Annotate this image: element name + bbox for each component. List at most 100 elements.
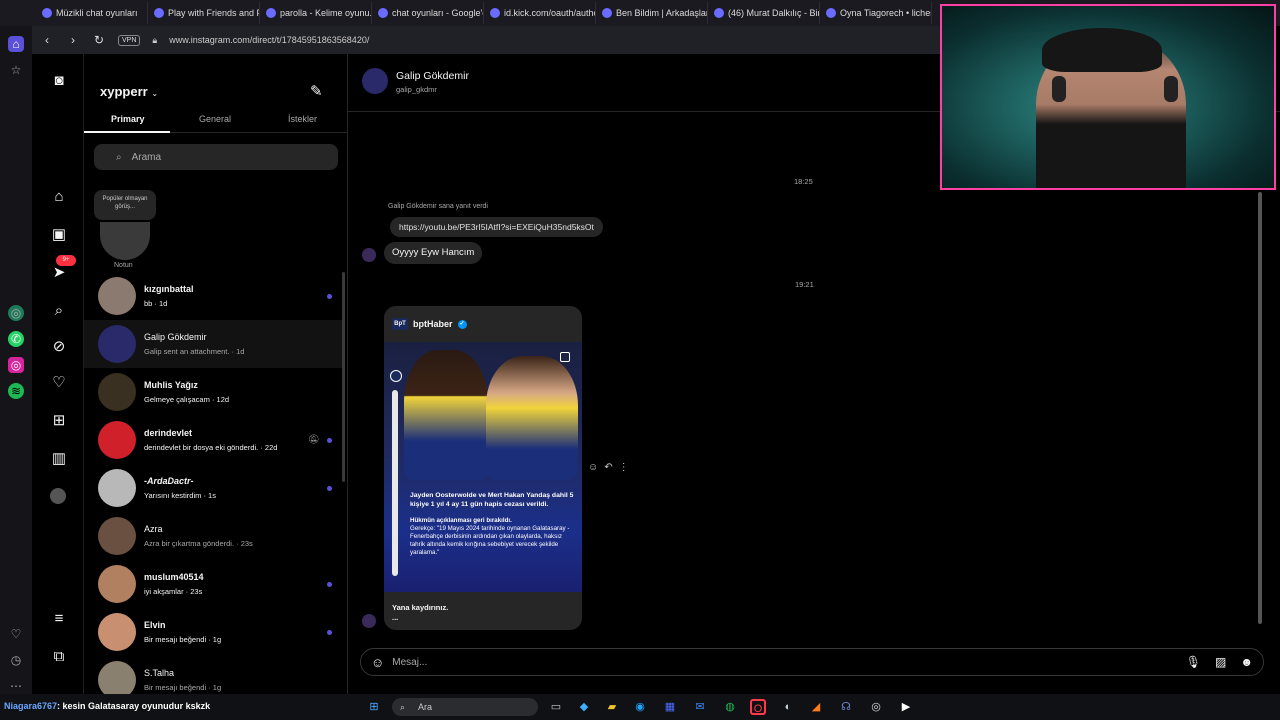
url-field[interactable]: www.instagram.com/direct/t/1784595186356… xyxy=(169,35,369,45)
messages-icon[interactable]: ➤ xyxy=(50,264,68,282)
message-bubble[interactable]: Oyyyy Eyw Hancım xyxy=(384,242,483,264)
side-stripe xyxy=(392,390,398,576)
react-emoji-icon[interactable]: ☺ xyxy=(588,462,598,473)
tab-general[interactable]: General xyxy=(199,114,231,124)
emoji-icon[interactable]: ☺ xyxy=(371,655,384,670)
chatgpt-icon[interactable]: ◎ xyxy=(8,305,24,321)
browser-tab[interactable]: parolla - Kelime oyunu. G xyxy=(260,2,372,24)
forward-icon[interactable]: › xyxy=(66,33,80,47)
more-apps-icon[interactable]: ⧉ xyxy=(50,648,68,666)
instagram-icon[interactable]: ◎ xyxy=(8,357,24,373)
conversation-item[interactable]: kızgınbattal bb · 1d xyxy=(84,272,342,320)
vpn-badge[interactable]: VPN xyxy=(118,34,141,46)
conversation-item[interactable]: S.Talha Bir mesajı beğendi · 1g xyxy=(84,656,342,694)
widgets-icon[interactable]: ◆ xyxy=(576,699,592,715)
search-icon: ⌕ xyxy=(400,702,406,712)
conversation-item[interactable]: Elvin Bir mesajı beğendi · 1g xyxy=(84,608,342,656)
username-switcher[interactable]: xypperr ⌄ xyxy=(100,84,158,99)
avatar xyxy=(98,325,136,363)
post-account-name[interactable]: bptHaber xyxy=(413,319,453,329)
conversation-preview: Yarısını kestirdim · 1s xyxy=(144,491,216,500)
note-avatar[interactable] xyxy=(100,222,150,260)
mail-icon[interactable]: ✉ xyxy=(692,699,708,715)
chat-scrollbar[interactable] xyxy=(1258,192,1262,624)
unread-dot xyxy=(327,630,332,635)
message-input[interactable]: ☺ Mesaj... 🎙︎ ▨ ☻ xyxy=(360,648,1264,676)
opera-icon[interactable]: O xyxy=(750,699,766,715)
avatar[interactable] xyxy=(362,614,376,628)
search-icon[interactable]: ⌕ xyxy=(50,302,68,320)
conversation-item[interactable]: Galip Gökdemir Galip sent an attachment.… xyxy=(84,320,342,368)
unread-dot xyxy=(327,582,332,587)
conversation-item[interactable]: muslum40514 iyi akşamlar · 23s xyxy=(84,560,342,608)
avatar xyxy=(98,469,136,507)
history-icon[interactable]: ◷ xyxy=(8,652,24,668)
browser-tab[interactable]: Müzikli chat oyunları xyxy=(36,2,148,24)
image-icon[interactable]: ▨ xyxy=(1215,655,1226,669)
avatar[interactable] xyxy=(362,248,376,262)
home-icon[interactable]: ⌂ xyxy=(50,188,68,206)
obs-icon[interactable]: ◎ xyxy=(868,699,884,715)
app-icon[interactable]: ◢ xyxy=(808,699,824,715)
conversation-item[interactable]: Azra Azra bir çıkartma gönderdi. · 23s xyxy=(84,512,342,560)
reply-note: Galip Gökdemir sana yanıt verdi xyxy=(388,203,488,210)
create-icon[interactable]: ⊞ xyxy=(50,412,68,430)
spotify-icon[interactable]: ≋ xyxy=(8,383,24,399)
discord-icon[interactable]: ☊ xyxy=(838,699,854,715)
browser-tab[interactable]: chat oyunları - Google'da xyxy=(372,2,484,24)
tab-primary[interactable]: Primary xyxy=(111,114,145,124)
browser-tab[interactable]: (46) Murat Dalkılıç - Bir H xyxy=(708,2,820,24)
tab-label: Ben Bildim | Arkadaşlarınl xyxy=(616,8,707,18)
reels-icon[interactable]: ▣ xyxy=(50,226,68,244)
sticker-icon[interactable]: ☻ xyxy=(1240,655,1253,669)
reload-icon[interactable]: ↻ xyxy=(92,33,106,47)
more-options-icon[interactable]: ⋮ xyxy=(619,462,629,473)
search-input[interactable]: ⌕ Arama xyxy=(94,144,338,170)
dashboard-icon[interactable]: ▥ xyxy=(50,450,68,468)
compose-icon[interactable]: ✎ xyxy=(310,82,323,100)
shared-post-card[interactable]: BpT bptHaber ✓ Jayden Oosterwolde ve Mer… xyxy=(384,306,582,630)
back-icon[interactable]: ‹ xyxy=(40,33,54,47)
post-image[interactable]: Jayden Oosterwolde ve Mert Hakan Yandaş … xyxy=(384,342,582,592)
spotify-icon[interactable]: ◍ xyxy=(722,699,738,715)
browser-tab[interactable]: Ben Bildim | Arkadaşlarınl xyxy=(596,2,708,24)
whatsapp-icon[interactable]: ✆ xyxy=(8,331,24,347)
post-caption-more[interactable]: ... xyxy=(392,613,448,623)
edge-icon[interactable]: ◉ xyxy=(632,699,648,715)
tab-favicon-icon xyxy=(826,8,836,18)
notifications-icon[interactable]: ♡ xyxy=(50,374,68,392)
chat-contact-name[interactable]: Galip Gökdemir xyxy=(396,70,469,82)
menu-icon[interactable]: ≡ xyxy=(50,610,68,628)
heart-icon[interactable]: ♡ xyxy=(8,626,24,642)
browser-tab[interactable]: id.kick.com/oauth/author xyxy=(484,2,596,24)
conversation-item[interactable]: derindevlet derindevlet bir dosya eki gö… xyxy=(84,416,342,464)
avatar[interactable] xyxy=(362,68,388,94)
headset-icon xyxy=(1052,76,1066,102)
file-explorer-icon[interactable]: ▰ xyxy=(604,699,620,715)
taskbar-search[interactable]: ⌕ Ara xyxy=(392,698,538,716)
note-bubble[interactable]: Popüler olmayan görüş... xyxy=(94,190,156,220)
media-player-icon[interactable]: ▶ xyxy=(898,699,914,715)
more-icon[interactable]: ⋯ xyxy=(8,678,24,694)
conversation-item[interactable]: -ArdaDactr- Yarısını kestirdim · 1s xyxy=(84,464,342,512)
conversation-name: S.Talha xyxy=(144,668,175,678)
home-icon[interactable]: ⌂ xyxy=(8,36,24,52)
store-icon[interactable]: ▦ xyxy=(662,699,678,715)
inbox-scrollbar[interactable] xyxy=(342,272,345,482)
explore-icon[interactable]: ⊘ xyxy=(50,338,68,356)
steam-icon[interactable]: ◐ xyxy=(780,699,796,715)
microphone-icon[interactable]: 🎙︎ xyxy=(1186,655,1201,669)
conversation-item[interactable]: Muhlis Yağız Gelmeye çalışacam · 12d xyxy=(84,368,342,416)
star-icon[interactable]: ☆ xyxy=(8,62,24,78)
reply-icon[interactable]: ↶ xyxy=(604,462,612,473)
browser-tab[interactable]: Play with Friends and Fam xyxy=(148,2,260,24)
instagram-logo-icon[interactable]: ◙ xyxy=(50,72,68,90)
windows-start-icon[interactable]: ⊞ xyxy=(366,699,382,715)
browser-tab[interactable]: Oyna Tiagorech • liches xyxy=(820,2,932,24)
conversation-preview: bb · 1d xyxy=(144,299,168,308)
task-view-icon[interactable]: ▭ xyxy=(548,699,564,715)
post-bullet: Hükmün açıklanması geri bırakıldı. xyxy=(410,517,512,524)
tab-requests[interactable]: İstekler xyxy=(288,114,317,124)
profile-avatar[interactable] xyxy=(50,488,66,504)
replied-message[interactable]: https://youtu.be/PE3rI5IAtfI?si=EXEiQuH3… xyxy=(390,217,603,237)
